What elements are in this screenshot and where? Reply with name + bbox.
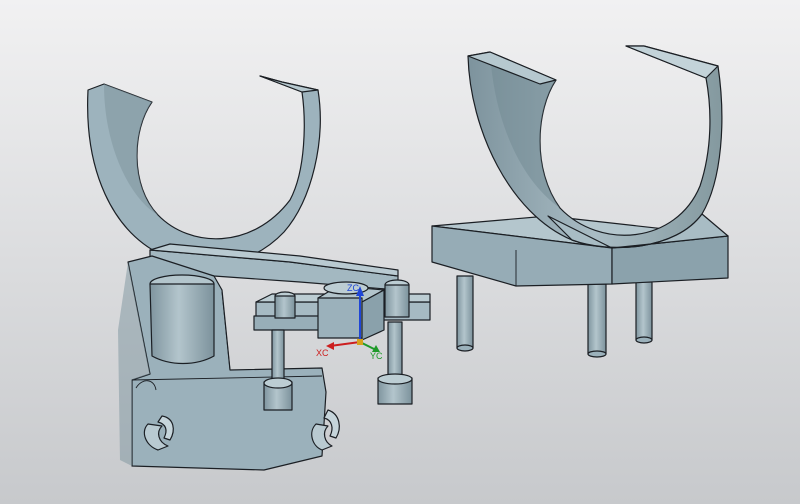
z-axis-label: ZC: [347, 283, 359, 293]
left-cylinder: [149, 283, 215, 365]
y-axis-label: YC: [370, 351, 383, 361]
csys-origin: [357, 339, 363, 345]
3d-model-scene[interactable]: XC YC ZC: [0, 0, 800, 504]
graphics-viewport[interactable]: XC YC ZC: [0, 0, 800, 504]
x-axis-label: XC: [316, 348, 329, 358]
